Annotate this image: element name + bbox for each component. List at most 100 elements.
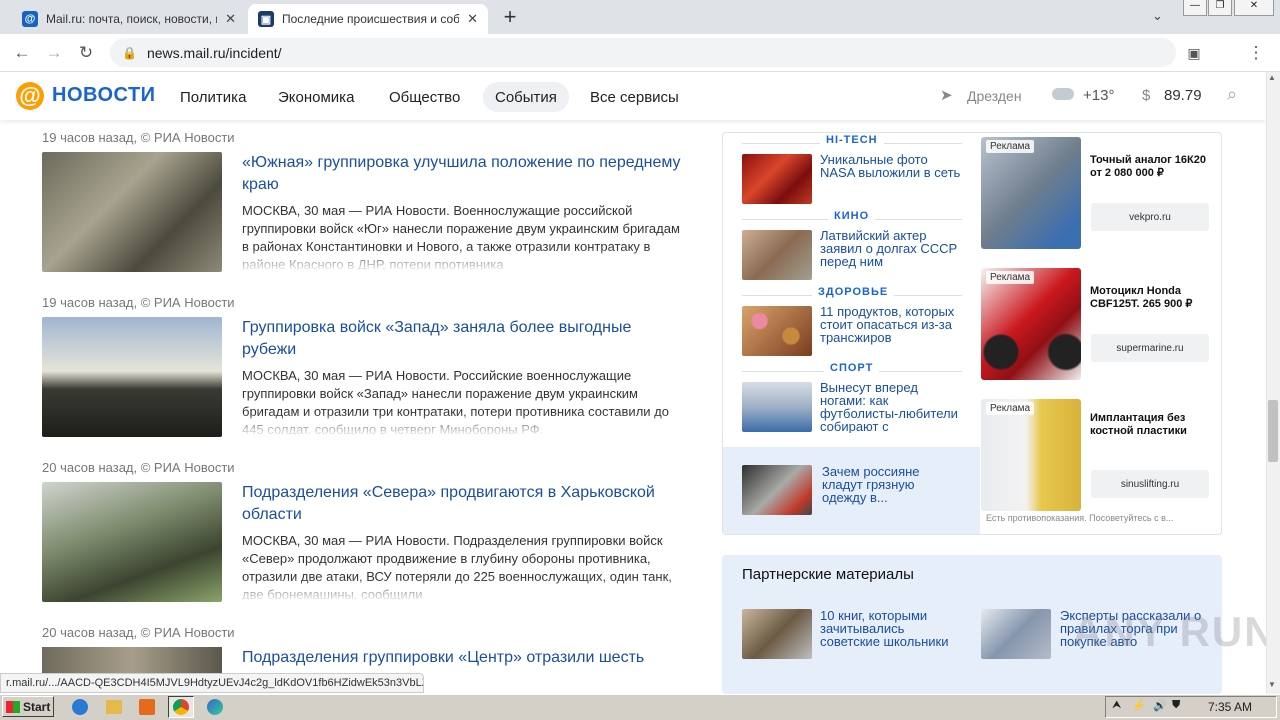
article-image[interactable] [42,317,222,437]
close-tab-icon[interactable]: ✕ [467,11,478,27]
tab-news[interactable]: ▣ Последние происшествия и событ ✕ [248,4,488,34]
article-title[interactable]: «Южная» группировка улучшила положение п… [242,152,682,196]
currency-rate[interactable]: 89.79 [1164,87,1202,104]
section-label-health[interactable]: ЗДОРОВЬЕ [812,286,895,298]
windows-logo-icon [6,700,20,713]
sidebar-title[interactable]: Уникальные фото NASA выложили в сеть [820,153,964,179]
article-title[interactable]: Подразделения «Севера» продвигаются в Ха… [242,482,682,526]
ad-disclaimer: Есть противопоказания. Посоветуйтесь с в… [986,513,1174,523]
ad-domain-button[interactable]: supermarine.ru [1091,334,1209,362]
edge-icon[interactable] [207,699,223,715]
section-label-hitech[interactable]: HI-TECH [820,134,884,146]
ad-title[interactable]: Имплантация без костной пластики [1090,412,1214,438]
nav-society[interactable]: Общество [377,82,472,112]
folder-icon[interactable] [106,700,122,714]
address-bar[interactable]: 🔒 news.mail.ru/incident/ [110,38,1176,67]
ad-image[interactable] [981,137,1081,249]
minimize-button[interactable]: — [1183,0,1207,16]
article-meta: 19 часов назад, © РИА Новости [42,295,235,310]
tab-mail[interactable]: @ Mail.ru: почта, поиск, новости, пр ✕ [12,4,246,34]
watermark: ANY RUN [1072,608,1277,655]
restore-button[interactable]: ❐ [1208,0,1232,16]
article-image[interactable] [42,152,222,272]
chrome-icon [173,699,189,715]
close-tab-icon[interactable]: ✕ [225,11,236,27]
tab-search-chevron-icon[interactable]: ⌄ [1152,8,1163,24]
weather-text[interactable]: +13° [1083,87,1114,104]
sidebar-image[interactable] [742,230,812,280]
article-meta: 19 часов назад, © РИА Новости [42,130,235,145]
promo-title[interactable]: Зачем россияне кладут грязную одежду в..… [822,465,962,504]
nav-all-services[interactable]: Все сервисы [578,82,691,112]
ad-label: Реклама [986,402,1035,415]
article-image[interactable] [42,482,222,602]
mail-at-logo-icon[interactable]: @ [16,82,44,110]
partner-image[interactable] [981,609,1051,659]
article-title[interactable]: Группировка войск «Запад» заняла более в… [242,317,682,361]
ad-label: Реклама [986,140,1035,153]
nav-politics[interactable]: Политика [168,82,258,112]
clock: 7:35 AM [1208,700,1253,714]
text-fade [242,578,682,602]
scrollbar[interactable] [1266,72,1280,694]
tray-volume-icon[interactable]: 🔊 [1153,699,1167,712]
article-meta: 20 часов назад, © РИА Новости [42,460,235,475]
ad-domain-button[interactable]: sinuslifting.ru [1091,470,1209,498]
ad-label: Реклама [986,271,1035,284]
new-tab-button[interactable]: + [498,6,522,28]
tab-title: Mail.ru: почта, поиск, новости, пр [46,12,218,26]
location-text[interactable]: Дрезден [967,88,1022,104]
browser-tab-strip: @ Mail.ru: почта, поиск, новости, пр ✕ ▣… [0,0,1280,34]
tray-shield-icon[interactable]: ⛊ [1172,699,1180,712]
tray-network-icon[interactable]: ⚡ [1132,699,1146,712]
ad-title[interactable]: Мотоцикл Honda CBF125T. 265 900 ₽ [1090,285,1214,311]
nav-economy[interactable]: Экономика [266,82,366,112]
sidebar-title[interactable]: Латвийский актер заявил о долгах СССР пе… [820,229,964,268]
ad-domain-button[interactable]: vekpro.ru [1091,203,1209,231]
close-window-button[interactable]: ✕ [1234,0,1274,16]
article-image[interactable] [42,647,222,674]
back-icon[interactable]: ← [8,39,36,67]
sidebar-title[interactable]: 11 продуктов, которых стоит опасаться из… [820,305,964,344]
dollar-icon: $ [1142,87,1151,104]
partner-title[interactable]: 10 книг, которыми зачитывались советские… [820,609,960,648]
section-label-kino[interactable]: КИНО [828,210,876,222]
sidebar-title[interactable]: Вынесут вперед ногами: как футболисты-лю… [820,381,964,433]
sidebar-image[interactable] [742,306,812,356]
location-arrow-icon: ➤ [940,87,953,104]
site-logo[interactable]: НОВОСТИ [52,84,156,107]
start-label: Start [23,699,51,714]
partner-image[interactable] [742,609,812,659]
article-meta: 20 часов назад, © РИА Новости [42,625,235,640]
partner-heading: Партнерские материалы [742,566,914,583]
ad-image[interactable] [981,399,1081,511]
lock-icon: 🔒 [122,45,137,60]
mail-at-icon: @ [22,11,38,27]
reload-icon[interactable]: ↻ [72,39,100,67]
sidepanel-icon[interactable]: ▣ [1180,39,1208,67]
scroll-down-icon[interactable]: ▼ [1268,680,1276,689]
tray-arrow-icon[interactable]: ⮝ [1112,699,1121,712]
promo-image[interactable] [742,465,812,515]
scrollbar-thumb[interactable] [1268,400,1278,462]
ie-icon[interactable] [72,699,88,715]
section-label-sport[interactable]: СПОРТ [824,362,880,374]
tab-title: Последние происшествия и событ [282,12,460,26]
sidebar-image[interactable] [742,154,812,204]
article-title[interactable]: Подразделения группировки «Центр» отрази… [242,647,682,669]
url-text: news.mail.ru/incident/ [146,44,282,61]
scroll-up-icon[interactable]: ▲ [1268,73,1276,82]
sidebar-image[interactable] [742,382,812,432]
nav-events[interactable]: События [483,82,569,112]
text-fade [242,413,682,437]
start-button[interactable]: Start [2,696,54,717]
text-fade [242,248,682,272]
media-player-icon[interactable] [139,699,155,715]
ad-image[interactable] [981,268,1081,380]
cloud-icon [1052,88,1074,100]
forward-icon[interactable]: → [40,39,68,67]
menu-kebab-icon[interactable]: ⋮ [1242,39,1270,67]
search-icon[interactable]: ⌕ [1227,84,1237,105]
ad-title[interactable]: Точный аналог 16К20 от 2 080 000 ₽ [1090,154,1214,180]
status-url: r.mail.ru/.../AACD-QE3CDH4I5MJVL9HdtyzUE… [0,673,424,693]
